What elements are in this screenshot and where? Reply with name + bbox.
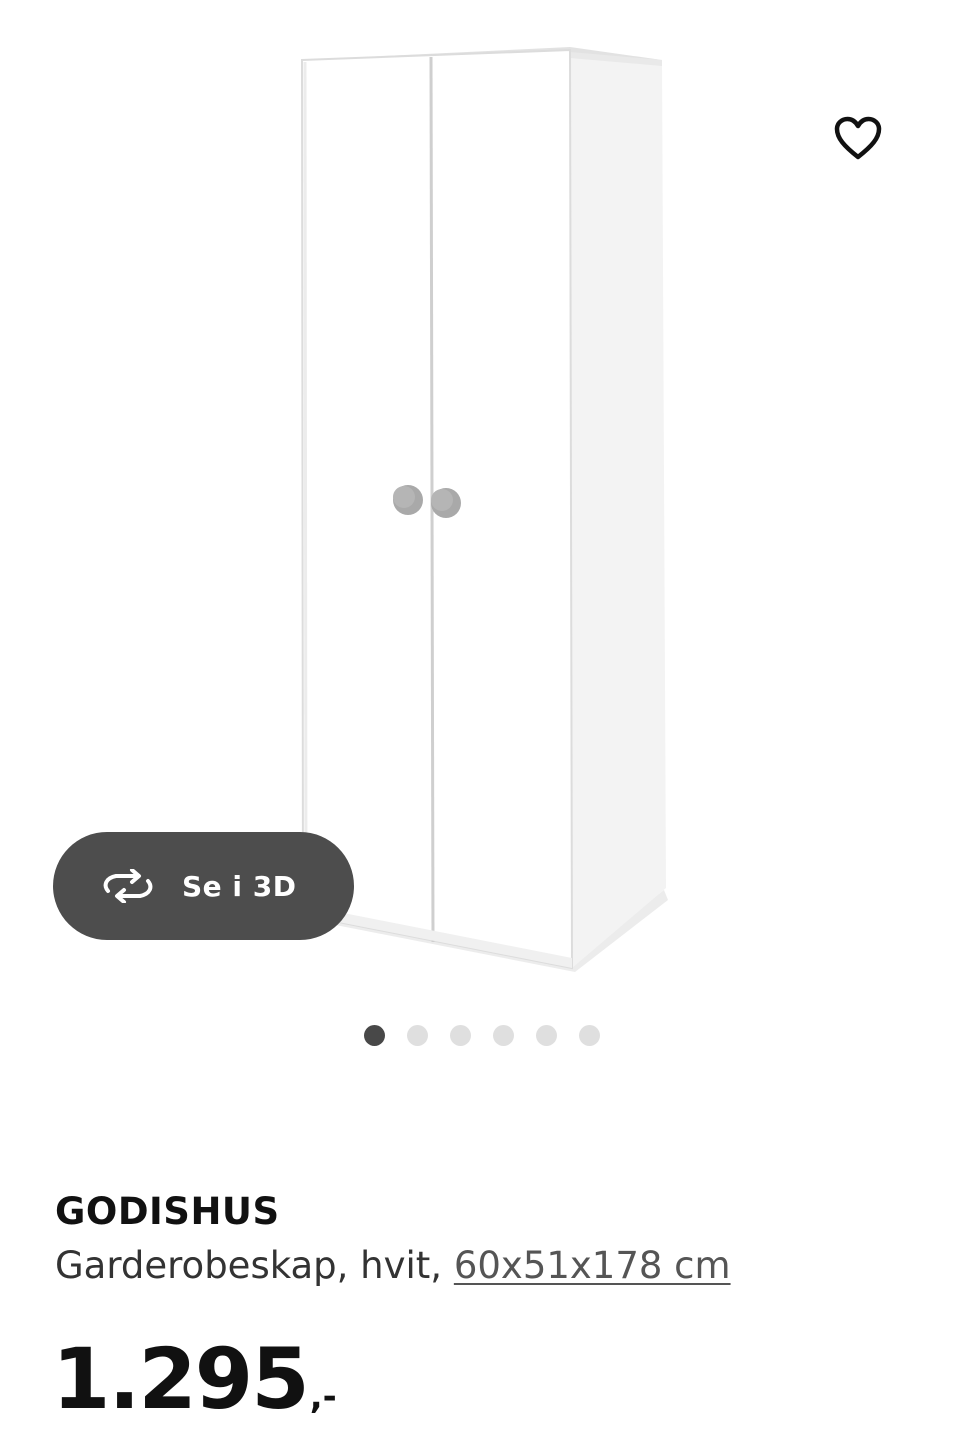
product-page: Se i 3D GODISHUS Garderobeskap, hvit, 60… <box>0 0 960 1440</box>
pagination-dot[interactable] <box>536 1025 557 1046</box>
pagination-dot[interactable] <box>450 1025 471 1046</box>
heart-outline-icon <box>834 116 882 160</box>
product-price: 1.295 ,- <box>52 1330 337 1428</box>
pagination-dot[interactable] <box>579 1025 600 1046</box>
view-in-3d-label: Se i 3D <box>182 869 297 903</box>
price-amount: 1.295 <box>52 1330 310 1428</box>
favorite-button[interactable] <box>828 108 888 168</box>
product-name: GODISHUS <box>55 1190 280 1233</box>
pagination-dot[interactable] <box>407 1025 428 1046</box>
product-image-gallery[interactable]: Se i 3D <box>0 0 960 1000</box>
price-suffix: ,- <box>309 1377 337 1417</box>
pagination-dot[interactable] <box>493 1025 514 1046</box>
pagination-dot[interactable] <box>364 1025 385 1046</box>
product-description: Garderobeskap, hvit, 60x51x178 cm <box>55 1244 731 1287</box>
view-in-3d-button[interactable]: Se i 3D <box>53 832 354 940</box>
gallery-pagination <box>0 1025 960 1049</box>
measurements-link[interactable]: 60x51x178 cm <box>454 1244 731 1287</box>
rotate-3d-icon <box>100 869 156 903</box>
product-type-text: Garderobeskap, hvit, <box>55 1244 443 1287</box>
